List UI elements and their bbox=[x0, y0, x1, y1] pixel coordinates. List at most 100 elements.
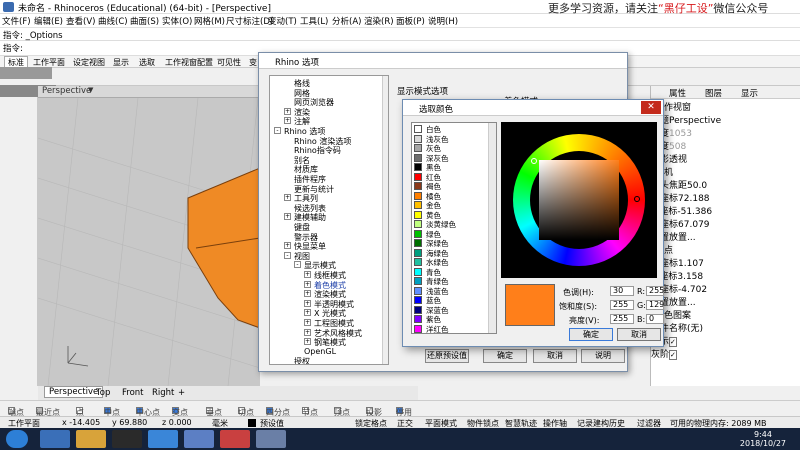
tree-expander-icon[interactable]: + bbox=[304, 309, 311, 317]
tree-item[interactable]: 快显菜单 bbox=[294, 241, 326, 251]
named-color-list[interactable]: 白色 浅灰色 灰色 深灰色 黑色 红色 褐色 橘色 金色 黄色 淡黄绿色 绿色 深绿色 海绿色 水绿色 青色青… bbox=[411, 122, 497, 334]
color-list-item[interactable]: 海绿色 bbox=[412, 248, 496, 258]
toolbar-tab[interactable]: 可见性 bbox=[214, 57, 244, 68]
hue-field[interactable]: 30 bbox=[610, 286, 634, 296]
tree-item[interactable]: 更新与统计 bbox=[294, 184, 334, 194]
menu-item[interactable]: 说明(H) bbox=[428, 15, 458, 27]
place-button[interactable]: 放置... bbox=[669, 233, 696, 243]
taskbar-explorer-icon[interactable] bbox=[76, 430, 106, 448]
ok-button[interactable]: 确定 bbox=[569, 328, 613, 341]
tree-item[interactable]: 网页浏览器 bbox=[294, 97, 334, 107]
tree-item[interactable]: Rhino指令码 bbox=[294, 145, 341, 155]
tree-expander-icon[interactable]: + bbox=[284, 117, 291, 125]
g-field[interactable]: 129 bbox=[646, 300, 664, 310]
color-list-item[interactable]: 浅灰色 bbox=[412, 134, 496, 144]
property-value[interactable]: Perspective bbox=[669, 116, 721, 126]
tree-item[interactable]: 候选列表 bbox=[294, 203, 326, 213]
tree-item[interactable]: 格线 bbox=[294, 78, 310, 88]
hue-marker-icon[interactable] bbox=[634, 196, 640, 202]
tree-item[interactable]: Rhino 选项 bbox=[284, 126, 325, 136]
taskbar-rhino-icon[interactable] bbox=[256, 430, 286, 448]
toolbar-tab[interactable]: 显示 bbox=[110, 57, 132, 68]
properties-tab[interactable]: 显示 bbox=[741, 87, 758, 99]
tree-item[interactable]: 艺术风格模式 bbox=[314, 328, 362, 338]
menu-item[interactable]: 实体(O) bbox=[162, 15, 192, 27]
tree-item[interactable]: 警示器 bbox=[294, 232, 318, 242]
color-list-item[interactable]: 褐色 bbox=[412, 181, 496, 191]
tree-expander-icon[interactable]: - bbox=[294, 261, 301, 269]
property-value[interactable]: 1.107 bbox=[678, 259, 704, 269]
r-field[interactable]: 255 bbox=[646, 286, 664, 296]
property-value[interactable]: (无) bbox=[687, 324, 703, 334]
tree-item[interactable]: 插件程序 bbox=[294, 174, 326, 184]
close-icon[interactable]: ✕ bbox=[641, 101, 661, 114]
tree-expander-icon[interactable]: + bbox=[304, 271, 311, 278]
property-row[interactable]: 位置放置... bbox=[651, 230, 800, 243]
property-value[interactable]: -4.702 bbox=[678, 285, 707, 295]
tree-item[interactable]: 别名 bbox=[294, 155, 310, 165]
color-list-item[interactable]: 蓝色 bbox=[412, 295, 496, 305]
tree-item[interactable]: Rhino 渲染选项 bbox=[294, 136, 351, 146]
color-list-item[interactable]: 洋红色 bbox=[412, 324, 496, 333]
property-checkbox[interactable]: ✓ bbox=[669, 350, 677, 360]
tree-expander-icon[interactable]: - bbox=[274, 127, 281, 134]
menu-item[interactable]: 渲染(R) bbox=[364, 15, 394, 27]
tree-expander-icon[interactable]: + bbox=[304, 280, 311, 288]
color-list-item[interactable]: 绿色 bbox=[412, 229, 496, 239]
property-checkbox[interactable]: ✓ bbox=[669, 337, 677, 347]
color-list-item[interactable]: 红色 bbox=[412, 172, 496, 182]
options-dialog-titlebar[interactable]: Rhino 选项 bbox=[259, 53, 627, 69]
color-list-item[interactable]: 黑色 bbox=[412, 162, 496, 172]
property-value[interactable]: 透视 bbox=[669, 155, 687, 165]
tree-expander-icon[interactable]: + bbox=[284, 107, 291, 115]
perspective-viewport[interactable]: Perspective ▼ bbox=[38, 86, 260, 386]
property-row[interactable]: 位置放置... bbox=[651, 295, 800, 308]
property-value[interactable]: 72.188 bbox=[678, 194, 710, 204]
sat-field[interactable]: 255 bbox=[610, 300, 634, 310]
color-list-item[interactable]: 紫色 bbox=[412, 314, 496, 324]
properties-tab[interactable]: 图层 bbox=[705, 87, 722, 99]
tree-item[interactable]: 半透明模式 bbox=[314, 299, 354, 309]
property-value[interactable]: 67.079 bbox=[678, 220, 710, 230]
tree-expander-icon[interactable]: + bbox=[284, 242, 291, 250]
tree-item[interactable]: X 光模式 bbox=[314, 308, 346, 318]
viewport-menu-arrow-icon[interactable]: ▼ bbox=[88, 86, 93, 94]
viewport-tab[interactable]: Top bbox=[92, 388, 114, 398]
menu-item[interactable]: 文件(F) bbox=[2, 15, 31, 27]
color-dialog-titlebar[interactable]: 选取颜色 ✕ bbox=[403, 100, 663, 116]
tree-scrollbar[interactable] bbox=[382, 76, 388, 364]
tree-item[interactable]: 材质库 bbox=[294, 164, 318, 174]
menu-item[interactable]: 编辑(E) bbox=[34, 15, 63, 27]
color-wheel[interactable] bbox=[501, 122, 657, 278]
property-row[interactable]: 灰阶✓ bbox=[651, 347, 800, 360]
more-icon[interactable] bbox=[50, 67, 52, 79]
tree-item[interactable]: 网格 bbox=[294, 88, 310, 98]
color-list-item[interactable]: 深蓝色 bbox=[412, 305, 496, 315]
menu-item[interactable]: 查看(V) bbox=[66, 15, 95, 27]
taskbar-ie-icon[interactable] bbox=[40, 430, 70, 448]
sv-marker-icon[interactable] bbox=[531, 158, 537, 164]
viewport-header[interactable]: Perspective ▼ bbox=[38, 86, 260, 98]
color-list-item[interactable]: 浅蓝色 bbox=[412, 286, 496, 296]
add-viewport-tab-button[interactable]: + bbox=[174, 388, 189, 398]
tree-expander-icon[interactable]: + bbox=[304, 299, 311, 307]
tree-item[interactable]: 着色模式 bbox=[314, 280, 346, 290]
property-value[interactable]: 1053 bbox=[669, 129, 692, 139]
color-list-item[interactable]: 橘色 bbox=[412, 191, 496, 201]
property-value[interactable]: 3.158 bbox=[677, 272, 703, 282]
color-list-item[interactable]: 灰色 bbox=[412, 143, 496, 153]
tree-item[interactable]: 建模辅助 bbox=[294, 212, 326, 222]
menu-item[interactable]: 尺寸标注(D) bbox=[226, 15, 273, 27]
start-button-icon[interactable] bbox=[6, 430, 28, 448]
tree-item[interactable]: 工具列 bbox=[294, 193, 318, 203]
tree-item[interactable]: 显示模式 bbox=[304, 260, 336, 270]
color-list-item[interactable]: 青色 bbox=[412, 267, 496, 277]
options-button[interactable]: 还原预设值 bbox=[425, 349, 469, 363]
color-list-item[interactable]: 深灰色 bbox=[412, 153, 496, 163]
toolbar-tab[interactable]: 工作视窗配置 bbox=[162, 57, 216, 68]
viewport-title[interactable]: Perspective bbox=[42, 86, 91, 96]
tree-expander-icon[interactable]: + bbox=[304, 290, 311, 298]
tree-expander-icon[interactable]: + bbox=[304, 328, 311, 336]
menu-item[interactable]: 变动(T) bbox=[268, 15, 297, 27]
tree-item[interactable]: 渲染 bbox=[294, 107, 310, 117]
